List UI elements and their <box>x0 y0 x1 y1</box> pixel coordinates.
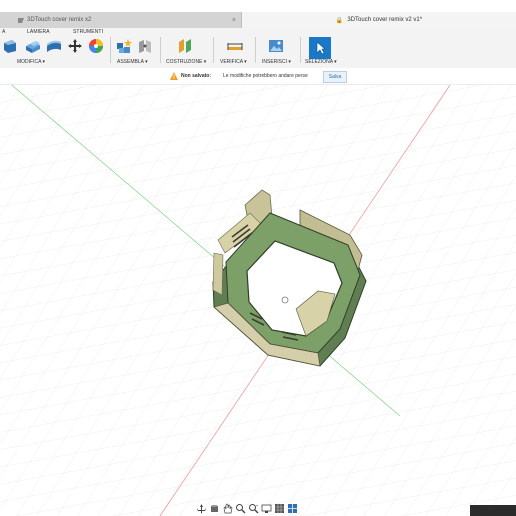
toolbar-separator <box>213 37 214 63</box>
fillet-icon[interactable] <box>46 38 62 54</box>
menu-seleziona[interactable]: SELEZIONA ▾ <box>305 59 337 65</box>
move-icon[interactable] <box>67 38 83 54</box>
orbit-icon[interactable] <box>196 503 207 514</box>
toolbar: A LAMIERA STRUMENTI MODIFICA ▾ ASSEMBLA … <box>0 28 516 69</box>
unsaved-status: Non salvato: <box>181 73 212 79</box>
appearance-icon[interactable] <box>88 38 104 54</box>
toolbar-separator <box>300 37 301 63</box>
measure-icon[interactable] <box>227 38 243 54</box>
new-component-icon[interactable] <box>116 38 132 54</box>
joint-icon[interactable] <box>137 38 153 54</box>
tab-bar: 3DTouch cover remix x2 × 🔒 3DTouch cover… <box>0 12 516 29</box>
cursor-arrow-icon <box>316 41 326 55</box>
group-label-partial: A <box>2 29 6 35</box>
tab-strumenti[interactable]: STRUMENTI <box>73 29 103 35</box>
corner-panel <box>470 505 516 516</box>
pan-icon[interactable] <box>222 503 233 514</box>
viewport-canvas[interactable] <box>0 85 516 516</box>
menu-assembla[interactable]: ASSEMBLA ▾ <box>117 59 148 65</box>
display-icon[interactable] <box>261 503 272 514</box>
tab-document-inactive[interactable]: 3DTouch cover remix x2 × <box>0 12 242 28</box>
document-icon <box>18 17 24 23</box>
navigation-bar <box>196 501 318 515</box>
look-at-icon[interactable] <box>209 503 220 514</box>
save-button[interactable]: Salva <box>323 71 347 83</box>
unsaved-message: Le modifiche potrebbero andare perse <box>223 73 308 79</box>
tab-title-active: 3DTouch cover remix v2 v1* <box>347 17 423 23</box>
offset-plane-icon[interactable] <box>177 38 193 54</box>
toolbar-separator <box>160 37 161 63</box>
warning-icon <box>170 72 178 80</box>
toolbar-separator <box>255 37 256 63</box>
menu-modifica[interactable]: MODIFICA ▾ <box>17 59 45 65</box>
tab-title: 3DTouch cover remix x2 <box>27 17 92 23</box>
select-tool-button[interactable] <box>309 37 331 59</box>
zoom-window-icon[interactable] <box>248 503 259 514</box>
grid-icon[interactable] <box>274 503 285 514</box>
close-tab-button[interactable]: × <box>232 17 236 24</box>
menu-verifica[interactable]: VERIFICA ▾ <box>220 59 247 65</box>
zoom-icon[interactable] <box>235 503 246 514</box>
press-pull-icon[interactable] <box>25 38 41 54</box>
solid-box-icon[interactable] <box>2 38 18 54</box>
tab-lamiera[interactable]: LAMIERA <box>27 29 50 35</box>
menu-inserisci[interactable]: INSERISCI ▾ <box>262 59 291 65</box>
toolbar-separator <box>110 37 111 63</box>
menu-costruzione[interactable]: COSTRUZIONE ▾ <box>166 59 206 65</box>
tab-document-active[interactable]: 🔒 3DTouch cover remix v2 v1* <box>242 12 516 28</box>
insert-image-icon[interactable] <box>268 38 284 54</box>
unsaved-notice-bar: Non salvato: Le modifiche potrebbero and… <box>0 68 516 85</box>
lock-icon: 🔒 <box>335 17 344 24</box>
viewports-icon[interactable] <box>287 503 298 514</box>
